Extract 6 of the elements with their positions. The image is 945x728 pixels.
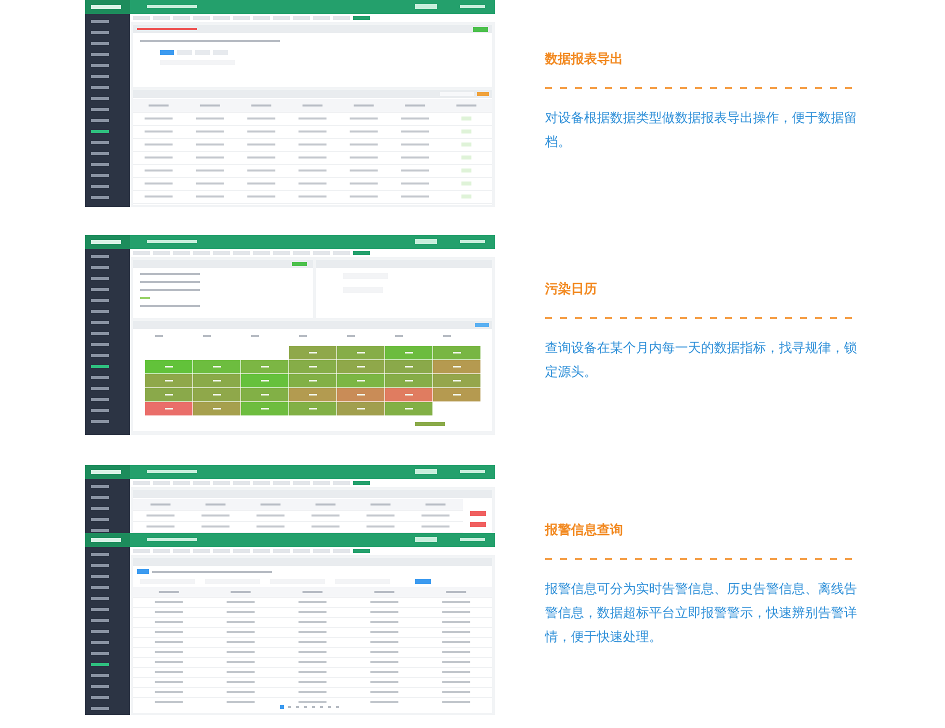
- section-title: 报警信息查询: [545, 522, 624, 540]
- section-description: 对设备根据数据类型做数据报表导出操作，便于数据留档。: [545, 110, 858, 152]
- section-description: 查询设备在某个月内每一天的数据指标，找寻规律，锁定源头。: [545, 340, 858, 382]
- section-title: 污染日历: [545, 281, 598, 299]
- section-description: 报警信息可分为实时告警信息、历史告警信息、离线告警信息，数据超标平台立即报警警示，快速辨别告警详情，便于快速处理。: [545, 581, 858, 647]
- section-title: 数据报表导出: [545, 51, 624, 69]
